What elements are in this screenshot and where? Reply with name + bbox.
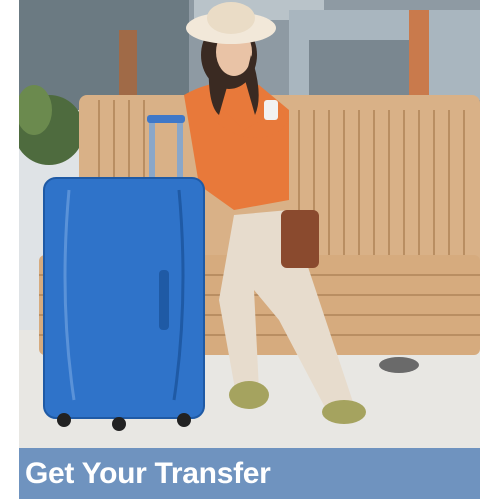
transfer-card[interactable]: Get Your Transfer: [19, 0, 480, 499]
card-title[interactable]: Get Your Transfer: [19, 458, 271, 489]
caption-bar: Get Your Transfer: [19, 448, 480, 499]
traveler-photo: [19, 0, 480, 448]
